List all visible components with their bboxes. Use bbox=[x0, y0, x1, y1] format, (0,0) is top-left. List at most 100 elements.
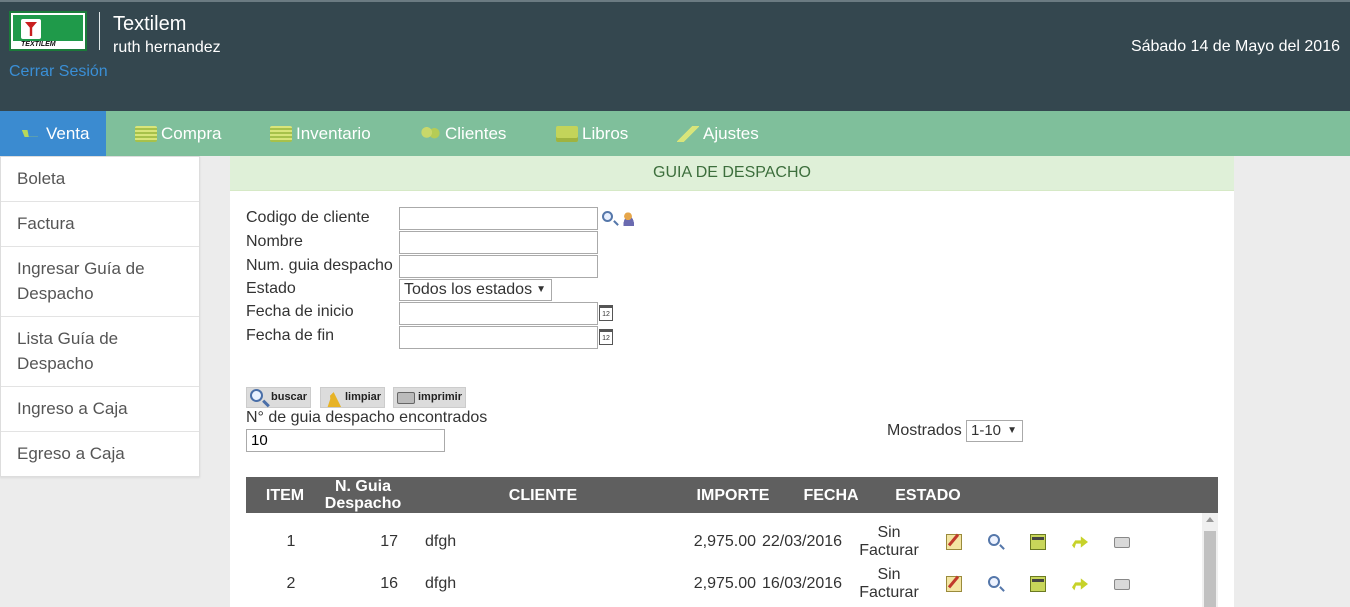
logo-text: TEXTILEM bbox=[21, 41, 56, 48]
found-count-field[interactable] bbox=[246, 429, 445, 452]
cart-icon bbox=[20, 125, 42, 140]
end-date-field[interactable] bbox=[399, 326, 598, 349]
sidebar-item-ingresar-guia[interactable]: Ingresar Guía de Despacho bbox=[1, 247, 199, 317]
logout-link[interactable]: Cerrar Sesión bbox=[9, 63, 108, 81]
clear-button[interactable]: limpiar bbox=[320, 387, 386, 408]
view-icon[interactable] bbox=[988, 534, 1000, 546]
cell-amount: 2,975.00 bbox=[693, 533, 756, 550]
textilem-logo[interactable]: TEXTILEM bbox=[9, 11, 87, 51]
col-item: ITEM bbox=[265, 486, 305, 504]
shown-select-value: 1-10 bbox=[971, 422, 1002, 439]
cell-client: dfgh bbox=[425, 533, 457, 550]
search-button-label: buscar bbox=[271, 391, 308, 403]
invoice-icon[interactable] bbox=[1030, 576, 1046, 592]
end-date-label: Fecha de fin bbox=[246, 327, 335, 344]
page-title: GUIA DE DESPACHO bbox=[230, 156, 1234, 191]
start-date-field[interactable] bbox=[399, 302, 598, 325]
col-status: ESTADO bbox=[895, 486, 961, 504]
books-icon bbox=[556, 125, 578, 142]
cell-client: dfgh bbox=[425, 575, 457, 592]
guide-num-field[interactable] bbox=[399, 255, 598, 278]
nav-item-compra[interactable]: Compra bbox=[135, 111, 221, 156]
nav-item-clientes[interactable]: Clientes bbox=[419, 111, 506, 156]
cell-guide: 16 bbox=[380, 575, 398, 592]
nav-item-label: Inventario bbox=[296, 124, 371, 143]
cell-date: 16/03/2016 bbox=[762, 575, 843, 592]
logo-mark-icon bbox=[21, 19, 41, 39]
app-header: TEXTILEM Textilem ruth hernandez Cerrar … bbox=[0, 0, 1350, 111]
status-select[interactable]: Todos los estados ▼ bbox=[399, 279, 552, 301]
broom-icon bbox=[327, 389, 342, 407]
search-button[interactable]: buscar bbox=[246, 387, 312, 408]
forward-icon[interactable] bbox=[1072, 578, 1088, 591]
col-guide: N. Guia Despacho bbox=[324, 478, 402, 512]
invoice-icon[interactable] bbox=[1030, 534, 1046, 550]
users-icon bbox=[419, 125, 441, 142]
sidebar-item-egreso-caja[interactable]: Egreso a Caja bbox=[1, 432, 199, 476]
shown-select[interactable]: 1-10 ▼ bbox=[966, 420, 1023, 442]
edit-icon[interactable] bbox=[946, 576, 962, 592]
main-panel: GUIA DE DESPACHO Codigo de cliente Nombr… bbox=[230, 156, 1234, 607]
name-field[interactable] bbox=[399, 231, 598, 254]
nav-item-label: Clientes bbox=[445, 124, 507, 143]
sidebar-item-boleta[interactable]: Boleta bbox=[1, 157, 199, 202]
main-nav: Venta Compra Inventario Clientes Libros … bbox=[0, 111, 1350, 156]
search-icon bbox=[250, 389, 263, 402]
table-header: ITEM N. Guia Despacho CLIENTE IMPORTE FE… bbox=[246, 477, 1218, 513]
search-client-icon[interactable] bbox=[602, 211, 613, 222]
user-name: ruth hernandez bbox=[113, 39, 221, 56]
cell-date: 22/03/2016 bbox=[762, 533, 843, 550]
edit-icon[interactable] bbox=[946, 534, 962, 550]
view-icon[interactable] bbox=[988, 576, 1000, 588]
print-button[interactable]: imprimir bbox=[393, 387, 467, 408]
table-row[interactable]: 2 16 dfgh 2,975.00 16/03/2016 Sin Factur… bbox=[246, 563, 1202, 605]
col-amount: IMPORTE bbox=[696, 486, 770, 504]
current-date: Sábado 14 de Mayo del 2016 bbox=[1130, 38, 1340, 55]
scrollbar-thumb[interactable] bbox=[1204, 531, 1216, 607]
nav-item-label: Compra bbox=[161, 124, 222, 143]
start-date-label: Fecha de inicio bbox=[246, 303, 354, 320]
nav-item-venta[interactable]: Venta bbox=[0, 111, 106, 156]
cell-item: 2 bbox=[286, 575, 296, 592]
cell-guide: 17 bbox=[380, 533, 398, 550]
chevron-down-icon: ▼ bbox=[1007, 425, 1017, 436]
nav-item-label: Libros bbox=[582, 124, 629, 143]
table-row[interactable]: 1 17 dfgh 2,975.00 22/03/2016 Sin Factur… bbox=[246, 521, 1202, 563]
scroll-up-icon[interactable] bbox=[1206, 517, 1214, 522]
client-code-field[interactable] bbox=[399, 207, 598, 230]
col-client: CLIENTE bbox=[508, 486, 578, 504]
guide-num-label: Num. guia despacho bbox=[246, 257, 393, 274]
nav-item-inventario[interactable]: Inventario bbox=[270, 111, 371, 156]
nav-item-label: Ajustes bbox=[703, 124, 759, 143]
app-title: Textilem bbox=[113, 13, 187, 35]
clear-button-label: limpiar bbox=[345, 391, 382, 403]
sidebar: Boleta Factura Ingresar Guía de Despacho… bbox=[0, 156, 200, 477]
select-client-icon[interactable] bbox=[622, 211, 637, 226]
nav-item-label: Venta bbox=[46, 124, 90, 143]
tools-icon bbox=[677, 125, 699, 142]
logo-band bbox=[13, 15, 83, 41]
name-label: Nombre bbox=[246, 233, 303, 250]
list-icon bbox=[270, 125, 292, 142]
sidebar-item-lista-guia[interactable]: Lista Guía de Despacho bbox=[1, 317, 199, 387]
sidebar-item-factura[interactable]: Factura bbox=[1, 202, 199, 247]
calendar-icon[interactable]: 12 bbox=[599, 305, 613, 321]
nav-item-libros[interactable]: Libros bbox=[556, 111, 628, 156]
chevron-down-icon: ▼ bbox=[536, 284, 546, 295]
print-icon[interactable] bbox=[1114, 579, 1130, 590]
client-code-label: Codigo de cliente bbox=[246, 209, 370, 226]
table-scrollbar[interactable] bbox=[1202, 513, 1218, 607]
sidebar-item-ingreso-caja[interactable]: Ingreso a Caja bbox=[1, 387, 199, 432]
cell-item: 1 bbox=[286, 533, 296, 550]
shown-label: Mostrados bbox=[887, 422, 962, 439]
forward-icon[interactable] bbox=[1072, 536, 1088, 549]
printer-icon bbox=[397, 392, 415, 404]
list-icon bbox=[135, 125, 157, 142]
nav-item-ajustes[interactable]: Ajustes bbox=[677, 111, 759, 156]
col-date: FECHA bbox=[803, 486, 859, 504]
header-divider bbox=[99, 12, 100, 50]
cell-status: Sin Facturar bbox=[859, 566, 919, 601]
print-icon[interactable] bbox=[1114, 537, 1130, 548]
cell-status: Sin Facturar bbox=[859, 524, 919, 559]
calendar-icon[interactable]: 12 bbox=[599, 329, 613, 345]
